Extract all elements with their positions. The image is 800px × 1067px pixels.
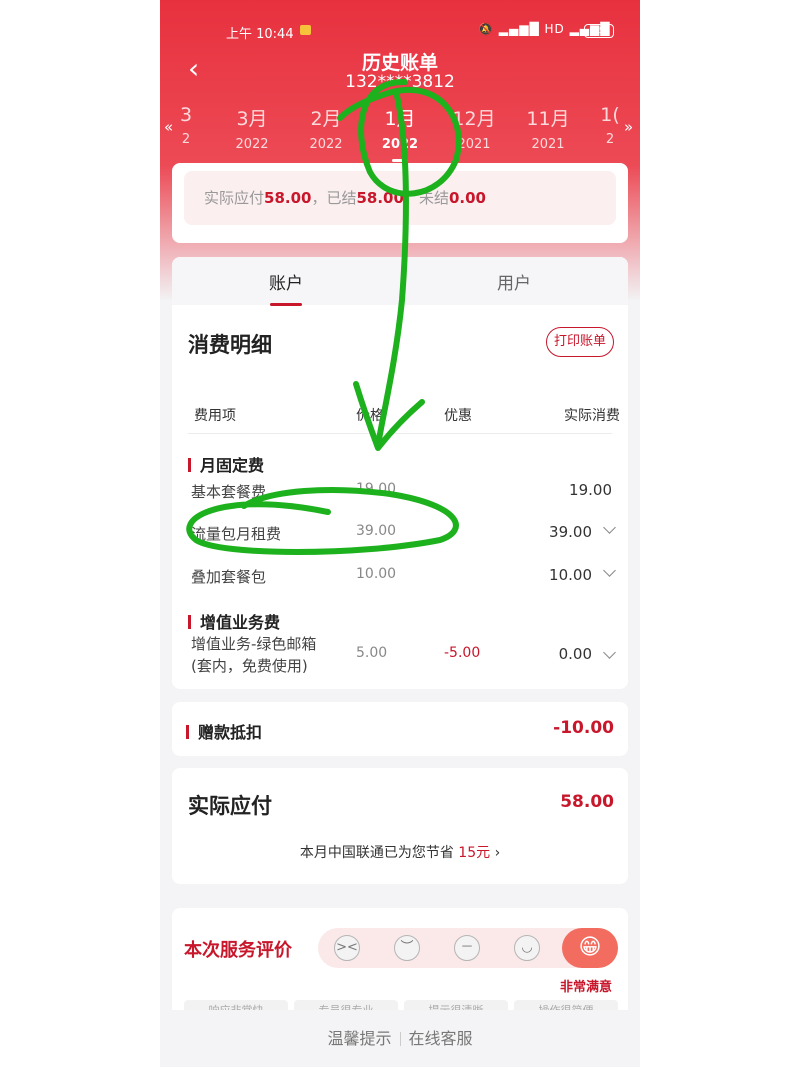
payment-value: 58.00 [560, 792, 614, 812]
bill-detail-card: 账户 用户 消费明细 打印账单 费用项 价格 优惠 实际消费 月固定费 基本套餐… [172, 257, 628, 689]
phone-number: 132****3812 [345, 72, 455, 92]
online-service-link[interactable]: 在线客服 [409, 1029, 473, 1048]
phone-screen: 上午 10:44 🔕 ▂▄▆█ HD ▂▄▆█ 95 ‹ 历史账单 132***… [160, 0, 640, 1067]
status-time: 上午 10:44 [226, 27, 294, 42]
settled-amount: 58.00 [356, 189, 404, 207]
smile-face-icon[interactable]: ◡ [514, 935, 540, 961]
due-amount: 58.00 [264, 189, 312, 207]
month-item[interactable]: 11月 2021 [518, 104, 578, 152]
notification-icon [300, 25, 311, 35]
rating-label: 本次服务评价 [184, 940, 292, 961]
tab-user[interactable]: 用户 [400, 269, 628, 294]
month-item[interactable]: 3月 2022 [222, 104, 282, 152]
bill-summary: 实际应付58.00，已结58.00，未结0.00 [184, 171, 616, 225]
column-header: 实际消费 [564, 408, 620, 424]
gift-label: 赠款抵扣 [186, 719, 262, 743]
month-item[interactable]: 2月 2022 [296, 104, 356, 152]
rating-selected: 非常满意 [560, 980, 613, 995]
divider [188, 433, 612, 434]
unsettled-amount: 0.00 [448, 189, 486, 207]
scroll-right-icon[interactable]: » [624, 118, 633, 136]
gift-value: -10.00 [553, 718, 614, 738]
footer-bar: 温馨提示 在线客服 [160, 1010, 640, 1067]
status-bar: 上午 10:44 🔕 ▂▄▆█ HD ▂▄▆█ 95 [160, 0, 640, 42]
battery-icon: 95 [584, 24, 614, 38]
tab-bar: 账户 用户 [172, 257, 628, 306]
rating-bar: >< ︶ － ◡ 😁 [318, 928, 618, 968]
neutral-face-icon[interactable]: － [454, 935, 480, 961]
gift-deduction-card: 赠款抵扣 -10.00 [172, 702, 628, 756]
chevron-right-icon: › [494, 845, 501, 861]
summary-card: 实际应付58.00，已结58.00，未结0.00 [172, 163, 628, 243]
page-title: 历史账单 [361, 52, 438, 74]
column-header: 价格 [356, 408, 384, 424]
grin-face-icon[interactable]: 😁 [562, 928, 618, 968]
column-header: 优惠 [444, 408, 472, 424]
print-bill-button[interactable]: 打印账单 [546, 327, 614, 357]
month-item[interactable]: 32 [160, 104, 216, 147]
group-label: 月固定费 [188, 452, 264, 476]
section-title: 消费明细 [188, 333, 272, 357]
divider [399, 1032, 401, 1046]
payment-label: 实际应付 [188, 794, 272, 818]
tab-account[interactable]: 账户 [172, 269, 400, 306]
table-row[interactable]: 增值业务-绿色邮箱 (套内，免费使用) 5.00 -5.00 0.00 [172, 633, 628, 677]
month-item[interactable]: 12月 2021 [444, 104, 504, 152]
saving-link[interactable]: 本月中国联通已为您节省 15元 › [172, 842, 628, 862]
month-selector: 32 3月 2022 2月 2022 1月 2022 12月 2021 11月 2021 … [160, 100, 640, 162]
tips-link[interactable]: 温馨提示 [327, 1029, 391, 1048]
sad-face-icon[interactable]: ︶ [394, 935, 420, 961]
column-header: 费用项 [194, 408, 236, 424]
angry-face-icon[interactable]: >< [334, 935, 360, 961]
payment-card: 实际应付 58.00 本月中国联通已为您节省 15元 › [172, 768, 628, 884]
group-label: 增值业务费 [188, 609, 280, 633]
month-item-selected[interactable]: 1月 2022 [370, 104, 430, 162]
